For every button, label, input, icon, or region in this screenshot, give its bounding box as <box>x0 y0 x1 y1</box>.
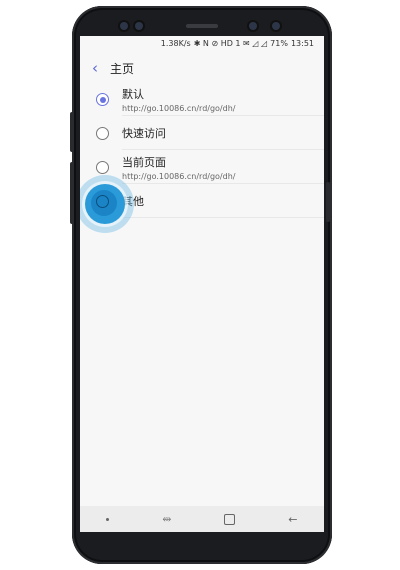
sensor-icon <box>272 22 280 30</box>
app-header: ‹ 主页 <box>80 54 324 82</box>
option-label: 其他 <box>122 195 144 208</box>
volume-down-button <box>70 162 74 224</box>
homepage-options-list: 默认 http://go.10086.cn/rd/go/dh/ 快速访问 当前页… <box>80 82 324 233</box>
option-label: 默认 <box>122 87 144 101</box>
sensor-icon <box>135 22 143 30</box>
sensor-icon <box>120 22 128 30</box>
recent-apps-icon[interactable]: ⥈ <box>162 512 171 526</box>
status-bar: 1.38K/s ✱ N ⊘ HD 1 ✉ ◿ ◿ 71% 13:51 <box>80 36 324 52</box>
navigation-bar: ⥈ ← <box>80 506 324 532</box>
radio-selected-icon[interactable] <box>96 93 109 106</box>
volume-up-button <box>70 112 74 152</box>
option-url: http://go.10086.cn/rd/go/dh/ <box>122 171 236 181</box>
radio-unselected-icon[interactable] <box>96 161 109 174</box>
back-arrow-icon[interactable]: ‹ <box>80 59 110 77</box>
status-icons: ✱ N ⊘ HD 1 ✉ ◿ ◿ <box>193 39 268 48</box>
radio-unselected-icon[interactable] <box>96 195 109 208</box>
clock: 13:51 <box>290 39 314 48</box>
home-icon[interactable] <box>224 513 236 525</box>
front-camera-icon <box>249 22 257 30</box>
screen: 1.38K/s ✱ N ⊘ HD 1 ✉ ◿ ◿ 71% 13:51 ‹ 主页 … <box>80 36 324 532</box>
divider <box>122 217 324 218</box>
speaker-grille <box>186 24 218 28</box>
option-label: 快速访问 <box>122 127 166 140</box>
option-url: http://go.10086.cn/rd/go/dh/ <box>122 103 236 113</box>
network-speed: 1.38K/s <box>160 39 191 48</box>
page-title: 主页 <box>110 61 135 76</box>
battery-level: 71% <box>270 39 288 48</box>
nav-dot-icon[interactable] <box>106 517 110 521</box>
option-label: 当前页面 <box>122 155 166 169</box>
back-icon[interactable]: ← <box>288 513 297 526</box>
power-button <box>326 182 330 222</box>
option-default[interactable]: 默认 http://go.10086.cn/rd/go/dh/ <box>80 82 324 116</box>
radio-unselected-icon[interactable] <box>96 127 109 140</box>
option-other[interactable]: 其他 <box>80 175 324 233</box>
option-quick-access[interactable]: 快速访问 <box>80 116 324 150</box>
